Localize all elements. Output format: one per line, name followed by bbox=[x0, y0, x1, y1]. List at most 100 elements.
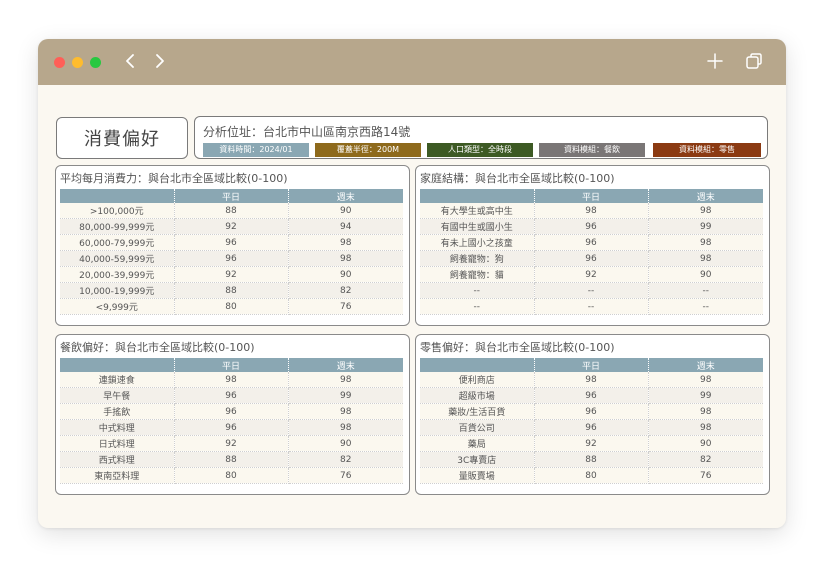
spending-table: 平日 週末 >100,000元 88 90 80,000-99,999元 92 94 60,… bbox=[60, 189, 403, 315]
row-label: 飼養寵物：狗 bbox=[420, 250, 535, 267]
weekend-value: 99 bbox=[648, 387, 763, 404]
maximize-window-button[interactable] bbox=[90, 57, 101, 68]
chevron-left-icon[interactable] bbox=[120, 50, 142, 72]
table-row: 40,000-59,999元 96 98 bbox=[60, 250, 403, 267]
weekend-value: 98 bbox=[288, 419, 403, 436]
column-header-category bbox=[60, 358, 175, 372]
weekday-value: 88 bbox=[534, 451, 649, 468]
row-label: 便利商店 bbox=[420, 372, 535, 388]
column-header-weekend: 週末 bbox=[288, 189, 403, 203]
family-table: 平日 週末 有大學生或高中生 98 98 有國中生或國小生 96 99 有未上國小之孩童 96… bbox=[420, 189, 763, 315]
tag-radius: 覆蓋半徑：200M bbox=[315, 143, 421, 157]
weekday-value: 96 bbox=[174, 250, 289, 267]
row-label: 40,000-59,999元 bbox=[60, 250, 175, 267]
row-label: 量販賣場 bbox=[420, 467, 535, 484]
tag-population: 人口類型：全時段 bbox=[427, 143, 533, 157]
table-row: 量販賣場 80 76 bbox=[420, 467, 763, 484]
table-row: 百貨公司 96 98 bbox=[420, 419, 763, 436]
minimize-window-button[interactable] bbox=[72, 57, 83, 68]
weekday-value: 80 bbox=[534, 467, 649, 484]
close-window-button[interactable] bbox=[54, 57, 65, 68]
panel-title: 餐飲偏好：與台北市全區域比較(0-100) bbox=[60, 341, 255, 354]
table-row: 有大學生或高中生 98 98 bbox=[420, 203, 763, 219]
row-label: 藥妝/生活百貨 bbox=[420, 403, 535, 420]
table-row: 藥局 92 90 bbox=[420, 435, 763, 452]
weekend-value: -- bbox=[648, 282, 763, 299]
table-row: 手搖飲 96 98 bbox=[60, 403, 403, 420]
weekend-value: 98 bbox=[648, 419, 763, 436]
weekday-value: 96 bbox=[534, 250, 649, 267]
column-header-weekday: 平日 bbox=[174, 189, 289, 203]
tag-module-retail: 資料模組：零售 bbox=[653, 143, 761, 157]
row-label: 飼養寵物：貓 bbox=[420, 266, 535, 283]
weekday-value: 88 bbox=[174, 282, 289, 299]
weekend-value: 98 bbox=[648, 203, 763, 219]
weekend-value: 98 bbox=[288, 234, 403, 251]
weekday-value: 92 bbox=[174, 435, 289, 452]
table-row: 藥妝/生活百貨 96 98 bbox=[420, 403, 763, 420]
row-label: 有大學生或高中生 bbox=[420, 203, 535, 219]
row-label: 20,000-39,999元 bbox=[60, 266, 175, 283]
dining-panel: 餐飲偏好：與台北市全區域比較(0-100) 平日 週末 連鎖速食 98 98 早午餐 9… bbox=[55, 334, 410, 495]
row-label: 超級市場 bbox=[420, 387, 535, 404]
table-row: 有國中生或國小生 96 99 bbox=[420, 218, 763, 235]
weekend-value: 99 bbox=[288, 387, 403, 404]
table-row: 10,000-19,999元 88 82 bbox=[60, 282, 403, 299]
weekend-value: 98 bbox=[288, 250, 403, 267]
row-label: 80,000-99,999元 bbox=[60, 218, 175, 235]
panel-title: 平均每月消費力：與台北市全區域比較(0-100) bbox=[60, 172, 288, 185]
column-header-weekday: 平日 bbox=[534, 189, 649, 203]
row-label: <9,999元 bbox=[60, 298, 175, 315]
weekday-value: 88 bbox=[174, 203, 289, 219]
tag-data-time: 資料時間：2024/01 bbox=[203, 143, 309, 157]
weekday-value: 96 bbox=[534, 419, 649, 436]
weekday-value: 96 bbox=[534, 387, 649, 404]
table-row: 中式料理 96 98 bbox=[60, 419, 403, 436]
weekend-value: 76 bbox=[648, 467, 763, 484]
weekend-value: 82 bbox=[648, 451, 763, 468]
row-label: -- bbox=[420, 298, 535, 315]
table-row: 便利商店 98 98 bbox=[420, 372, 763, 388]
weekday-value: -- bbox=[534, 298, 649, 315]
weekday-value: 96 bbox=[174, 403, 289, 420]
tag-module-dining: 資料模組：餐飲 bbox=[539, 143, 645, 157]
weekday-value: 98 bbox=[534, 203, 649, 219]
table-row: 飼養寵物：貓 92 90 bbox=[420, 266, 763, 283]
row-label: 有未上國小之孩童 bbox=[420, 234, 535, 251]
table-row: 西式料理 88 82 bbox=[60, 451, 403, 468]
row-label: 60,000-79,999元 bbox=[60, 234, 175, 251]
row-label: 有國中生或國小生 bbox=[420, 218, 535, 235]
weekday-value: 96 bbox=[174, 387, 289, 404]
weekend-value: 94 bbox=[288, 218, 403, 235]
weekend-value: 98 bbox=[288, 403, 403, 420]
row-label: 中式料理 bbox=[60, 419, 175, 436]
weekday-value: 98 bbox=[174, 372, 289, 388]
weekend-value: 76 bbox=[288, 467, 403, 484]
weekday-value: 96 bbox=[174, 234, 289, 251]
weekday-value: 98 bbox=[534, 372, 649, 388]
table-row: 60,000-79,999元 96 98 bbox=[60, 234, 403, 251]
weekend-value: 90 bbox=[288, 266, 403, 283]
table-row: 有未上國小之孩童 96 98 bbox=[420, 234, 763, 251]
weekend-value: 98 bbox=[648, 403, 763, 420]
row-label: 百貨公司 bbox=[420, 419, 535, 436]
weekend-value: 98 bbox=[648, 234, 763, 251]
page-title: 消費偏好 bbox=[56, 117, 188, 159]
table-row: 飼養寵物：狗 96 98 bbox=[420, 250, 763, 267]
weekday-value: 80 bbox=[174, 467, 289, 484]
table-row: -- -- -- bbox=[420, 282, 763, 299]
row-label: 3C專賣店 bbox=[420, 451, 535, 468]
table-row: <9,999元 80 76 bbox=[60, 298, 403, 315]
panel-title: 家庭結構：與台北市全區域比較(0-100) bbox=[420, 172, 615, 185]
weekend-value: 99 bbox=[648, 218, 763, 235]
title-bar bbox=[38, 39, 786, 85]
row-label: -- bbox=[420, 282, 535, 299]
chevron-right-icon[interactable] bbox=[148, 50, 170, 72]
weekday-value: 96 bbox=[534, 234, 649, 251]
weekday-value: 88 bbox=[174, 451, 289, 468]
retail-panel: 零售偏好：與台北市全區域比較(0-100) 平日 週末 便利商店 98 98 超級市場… bbox=[415, 334, 770, 495]
weekend-value: 90 bbox=[648, 435, 763, 452]
tabs-overview-icon[interactable] bbox=[743, 50, 765, 72]
plus-icon[interactable] bbox=[704, 50, 726, 72]
analysis-info-box: 分析位址：台北市中山區南京西路14號 資料時間：2024/01 覆蓋半徑：200… bbox=[194, 116, 768, 159]
